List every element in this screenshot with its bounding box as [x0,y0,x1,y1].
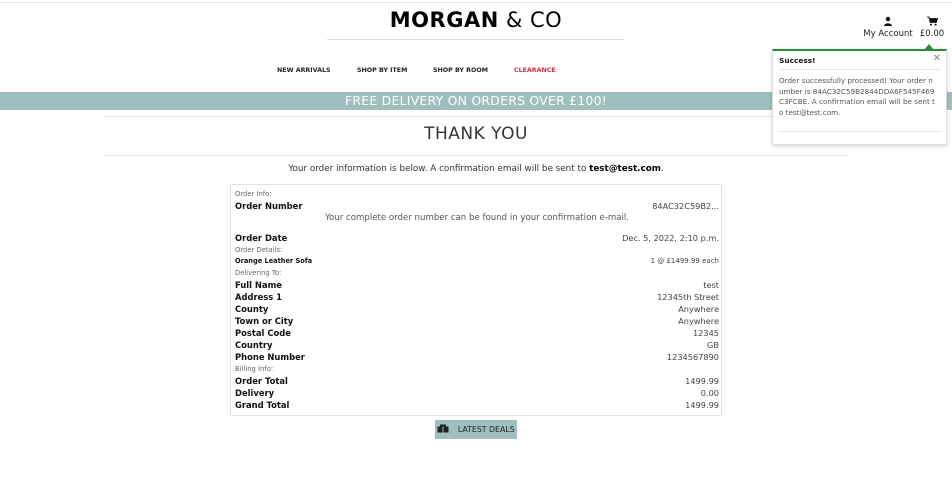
delivery-value: test [703,280,719,290]
billing-label: Grand Total [235,400,290,410]
delivery-label: Address 1 [235,292,282,302]
delivery-row: Town or City Anywhere [235,316,719,328]
my-account-label: My Account [863,29,913,39]
toast-pointer [924,44,934,50]
latest-deals-button[interactable]: LATEST DEALS [435,420,517,439]
latest-deals-label: LATEST DEALS [457,425,515,434]
basket-link[interactable]: £0.00 [917,16,947,39]
delivering-to-heading: Delivering To: [235,269,282,277]
brand-logo[interactable]: MORGAN & CO [0,8,952,32]
basket-total: £0.00 [919,29,945,39]
delivery-value: 12345 [692,328,719,338]
billing-value: 1499.99 [685,400,719,410]
billing-row: Order Total 1499.99 [235,376,719,388]
order-number-row: Order Number 84AC32C59B2... [235,201,719,213]
delivery-label: Town or City [235,316,294,326]
delivery-row: Country GB [235,340,719,352]
nav-shop-by-item[interactable]: SHOP BY ITEM [357,67,407,74]
top-divider [0,2,952,3]
toast-divider [779,69,941,70]
order-details-heading: Order Details: [235,246,283,254]
item-name: Orange Leather Sofa [235,257,313,265]
billing-value: 1499.99 [685,376,719,386]
billing-value: 0.00 [700,388,719,398]
order-item-row: Orange Leather Sofa 1 @ £1499.99 each [235,257,719,269]
toast-message: Order successfully processed! Your order… [779,76,935,117]
info-suffix: . [660,164,664,174]
my-account-link[interactable]: My Account [862,16,914,39]
nav-new-arrivals[interactable]: NEW ARRIVALS [277,67,331,74]
nav-shop-by-room[interactable]: SHOP BY ROOM [433,67,488,74]
order-date-row: Order Date Dec. 5, 2022, 2:10 p.m. [235,233,719,245]
title-divider-top [103,116,848,117]
toast-title: Success! [779,56,816,65]
order-info-heading: Order Info: [235,190,272,198]
order-date-value: Dec. 5, 2022, 2:10 p.m. [622,233,719,243]
billing-row: Delivery 0.00 [235,388,719,400]
gift-icon [437,424,449,433]
order-date-label: Order Date [235,233,288,243]
toast-divider-bottom [779,131,941,132]
title-divider-bottom [103,155,848,156]
order-number-note: Your complete order number can be found … [324,213,630,223]
delivery-label: County [235,304,269,314]
shopping-cart-icon [926,16,938,26]
delivery-row: Address 1 12345th Street [235,292,719,304]
delivery-label: Phone Number [235,352,305,362]
item-qty-price: 1 @ £1499.99 each [650,257,719,265]
nav-clearance[interactable]: CLEARANCE [514,67,556,74]
delivery-row: Postal Code 12345 [235,328,719,340]
logo-divider [327,39,624,40]
user-icon [884,16,892,26]
order-summary-card: Order Info: Order Number 84AC32C59B2... … [230,184,722,416]
delivery-value: 1234567890 [666,352,719,362]
brand-name-bold: MORGAN [389,8,499,32]
delivery-row: Phone Number 1234567890 [235,352,719,364]
success-toast: Success! ✕ Order successfully processed!… [772,44,947,145]
delivery-value: Anywhere [678,316,719,326]
billing-label: Delivery [235,388,275,398]
billing-info-heading: Billing Info: [235,365,274,373]
order-number-label: Order Number [235,201,303,211]
delivery-value: 12345th Street [657,292,719,302]
delivery-value: Anywhere [678,304,719,314]
brand-name-light: & CO [505,8,563,32]
delivery-row: Full Name test [235,280,719,292]
info-email: test@test.com [589,164,661,174]
close-icon[interactable]: ✕ [933,53,941,64]
info-prefix: Your order information is below. A confi… [288,164,590,174]
delivery-label: Postal Code [235,328,291,338]
order-number-value: 84AC32C59B2... [652,201,719,211]
billing-label: Order Total [235,376,288,386]
billing-row: Grand Total 1499.99 [235,400,719,412]
order-info-message: Your order information is below. A confi… [0,164,952,174]
delivery-value: GB [707,340,719,350]
delivery-label: Country [235,340,273,350]
delivery-row: County Anywhere [235,304,719,316]
delivery-label: Full Name [235,280,282,290]
